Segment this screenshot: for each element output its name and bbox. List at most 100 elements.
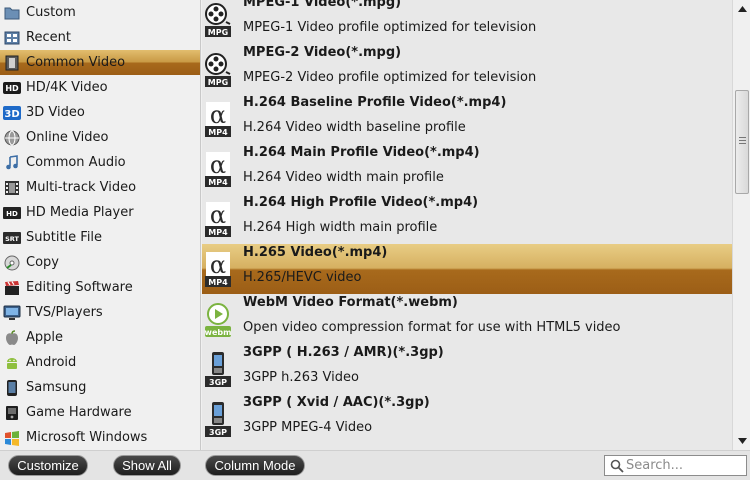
globe-icon — [3, 129, 21, 147]
svg-text:α: α — [210, 252, 226, 279]
mp4-alpha-icon: α MP4 — [204, 251, 232, 288]
format-title: H.264 High Profile Video(*.mp4) — [243, 195, 479, 210]
format-row[interactable]: MPG MPEG-1 Video(*.mpg) MPEG-1 Video profi… — [202, 0, 732, 44]
svg-text:α: α — [210, 102, 226, 129]
android-icon — [3, 354, 21, 372]
format-row[interactable]: α MP4 H.264 Main Profile Video(*.mp4) H.264… — [202, 144, 732, 194]
vertical-scrollbar[interactable] — [732, 0, 750, 450]
srt-icon: SRT — [3, 229, 21, 247]
format-list: MPG MPEG-1 Video(*.mpg) MPEG-1 Video profi… — [202, 0, 732, 450]
category-item-apple[interactable]: Apple — [0, 325, 200, 350]
category-label: Recent — [26, 30, 71, 45]
category-item-online-video[interactable]: Online Video — [0, 125, 200, 150]
game-console-icon — [3, 404, 21, 422]
category-label: Android — [26, 355, 77, 370]
category-item-copy[interactable]: Copy — [0, 250, 200, 275]
category-sidebar: Custom Recent Common Video HD HD/4K Video 3D 3… — [0, 0, 201, 450]
category-label: Microsoft Windows — [26, 430, 148, 445]
svg-text:MPG: MPG — [208, 78, 228, 87]
format-row[interactable]: 3GP 3GPP ( H.263 / AMR)(*.3gp) 3GPP h.263 … — [202, 344, 732, 394]
category-item-common-audio[interactable]: Common Audio — [0, 150, 200, 175]
svg-text:3D: 3D — [4, 109, 19, 120]
category-item-android[interactable]: Android — [0, 350, 200, 375]
show-all-button[interactable]: Show All — [113, 455, 181, 476]
tv-icon — [3, 304, 21, 322]
customize-button[interactable]: Customize — [8, 455, 88, 476]
svg-text:SRT: SRT — [5, 235, 19, 243]
svg-text:MP4: MP4 — [208, 128, 228, 137]
category-item-tvs-players[interactable]: TVS/Players — [0, 300, 200, 325]
mpg-reel-icon: MPG — [204, 2, 232, 38]
category-item-game-hardware[interactable]: Game Hardware — [0, 400, 200, 425]
category-label: Online Video — [26, 130, 109, 145]
hd-icon: HD — [3, 79, 21, 97]
category-label: Common Audio — [26, 155, 126, 170]
category-label: Multi-track Video — [26, 180, 137, 195]
category-item-recent[interactable]: Recent — [0, 25, 200, 50]
category-item-microsoft-windows[interactable]: Microsoft Windows — [0, 425, 200, 450]
svg-text:webm: webm — [205, 328, 232, 337]
category-item-3d-video[interactable]: 3D 3D Video — [0, 100, 200, 125]
format-title: WebM Video Format(*.webm) — [243, 295, 458, 310]
format-row[interactable]: α MP4 H.264 High Profile Video(*.mp4) H.264… — [202, 194, 732, 244]
category-label: Game Hardware — [26, 405, 132, 420]
svg-text:α: α — [210, 152, 226, 179]
svg-text:3GP: 3GP — [209, 378, 227, 387]
svg-text:MP4: MP4 — [208, 228, 228, 237]
format-row[interactable]: 3GP 3GPP ( Xvid / AAC)(*.3gp) 3GPP MPEG-4 … — [202, 394, 732, 444]
search-input[interactable] — [626, 458, 744, 473]
category-label: TVS/Players — [26, 305, 103, 320]
recent-grid-icon — [3, 29, 21, 47]
format-title: MPEG-1 Video(*.mpg) — [243, 0, 402, 10]
svg-text:3GP: 3GP — [209, 428, 227, 437]
mp4-alpha-icon: α MP4 — [204, 201, 232, 238]
search-icon — [610, 459, 624, 473]
category-label: Apple — [26, 330, 64, 345]
svg-text:MP4: MP4 — [208, 278, 228, 287]
format-row[interactable]: α MP4 H.265 Video(*.mp4) H.265/HEVC video — [202, 244, 732, 294]
format-description: 3GPP h.263 Video — [243, 370, 359, 385]
scroll-up-arrow-icon[interactable] — [735, 2, 749, 16]
scrollbar-thumb[interactable] — [735, 90, 749, 194]
3gp-phone-icon: 3GP — [204, 402, 232, 438]
format-title: 3GPP ( Xvid / AAC)(*.3gp) — [243, 395, 430, 410]
category-item-hd-media-player[interactable]: HD HD Media Player — [0, 200, 200, 225]
category-label: Copy — [26, 255, 59, 270]
format-row[interactable]: MPG MPEG-2 Video(*.mpg) MPEG-2 Video profi… — [202, 44, 732, 94]
format-title: MPEG-2 Video(*.mpg) — [243, 45, 402, 60]
format-description: MPEG-1 Video profile optimized for telev… — [243, 20, 537, 35]
category-label: HD/4K Video — [26, 80, 108, 95]
category-item-samsung[interactable]: Samsung — [0, 375, 200, 400]
mp4-alpha-icon: α MP4 — [204, 101, 232, 138]
category-label: Custom — [26, 5, 76, 20]
category-item-common-video[interactable]: Common Video — [0, 50, 200, 75]
category-item-editing-software[interactable]: Editing Software — [0, 275, 200, 300]
windows-icon — [3, 429, 21, 447]
category-label: 3D Video — [26, 105, 85, 120]
format-title: H.264 Baseline Profile Video(*.mp4) — [243, 95, 507, 110]
bottom-toolbar: Customize Show All Column Mode — [0, 450, 750, 480]
mpg-reel-icon: MPG — [204, 52, 232, 88]
svg-text:HD: HD — [5, 84, 19, 93]
film-strip-icon — [3, 54, 21, 72]
category-label: HD Media Player — [26, 205, 134, 220]
clapperboard-icon — [3, 279, 21, 297]
format-description: 3GPP MPEG-4 Video — [243, 420, 373, 435]
mp4-alpha-icon: α MP4 — [204, 151, 232, 188]
format-row[interactable]: α MP4 H.264 Baseline Profile Video(*.mp4) H… — [202, 94, 732, 144]
column-mode-button[interactable]: Column Mode — [205, 455, 305, 476]
scroll-down-arrow-icon[interactable] — [735, 434, 749, 448]
category-label: Subtitle File — [26, 230, 103, 245]
svg-text:MPG: MPG — [208, 28, 228, 37]
music-note-icon — [3, 154, 21, 172]
category-item-hd-4k-video[interactable]: HD HD/4K Video — [0, 75, 200, 100]
svg-text:α: α — [210, 202, 226, 229]
category-item-custom[interactable]: Custom — [0, 0, 200, 25]
category-label: Common Video — [26, 55, 126, 70]
category-item-multi-track-video[interactable]: Multi-track Video — [0, 175, 200, 200]
format-title: 3GPP ( H.263 / AMR)(*.3gp) — [243, 345, 444, 360]
search-box[interactable] — [604, 455, 747, 476]
format-row[interactable]: webm WebM Video Format(*.webm) Open video … — [202, 294, 732, 344]
category-item-subtitle-file[interactable]: SRT Subtitle File — [0, 225, 200, 250]
svg-text:HD: HD — [6, 210, 18, 218]
